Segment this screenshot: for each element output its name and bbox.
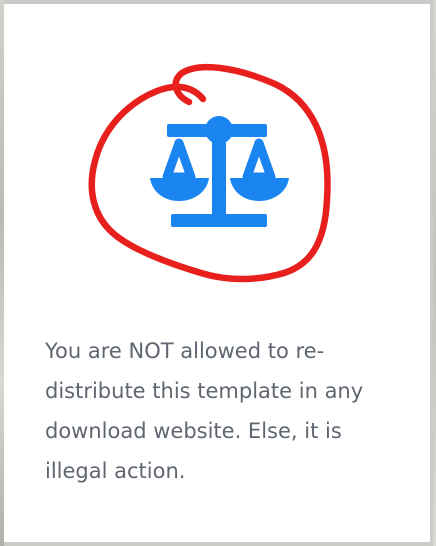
balance-scale-icon [150, 116, 289, 227]
red-circle-annotation [88, 63, 331, 283]
annotated-icon [88, 63, 331, 283]
notice-card: You are NOT allowed to re-distribute thi… [4, 4, 430, 542]
notice-text: You are NOT allowed to re-distribute thi… [45, 339, 364, 483]
icon-area [79, 59, 344, 299]
